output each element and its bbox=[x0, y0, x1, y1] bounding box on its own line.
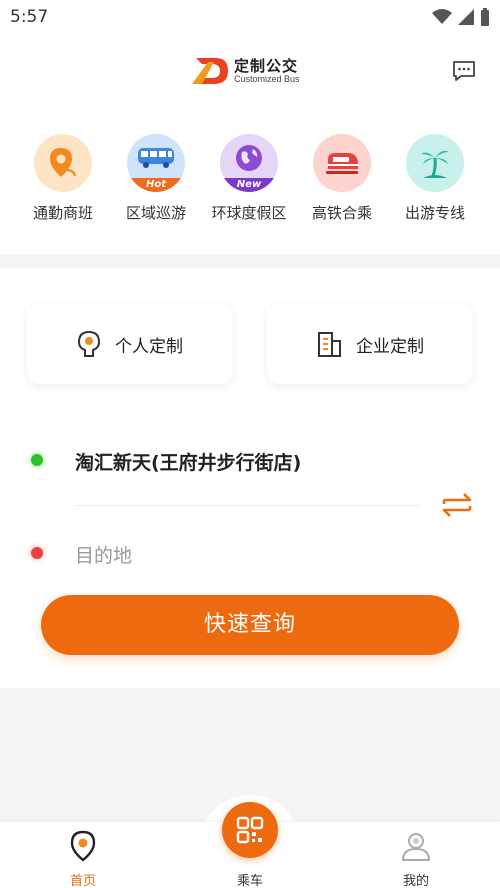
origin-field[interactable]: 淘汇新天(王府井步行街店) bbox=[75, 448, 301, 475]
category-region-tour[interactable]: Hot 区域巡游 bbox=[116, 134, 196, 223]
category-label: 通勤商班 bbox=[32, 204, 93, 222]
logo-subtitle: Customized Bus bbox=[234, 73, 300, 84]
tab-home[interactable]: 首页 bbox=[43, 822, 123, 888]
qr-code-icon bbox=[236, 816, 264, 844]
booking-panel: 个人定制 企业定制 淘汇新天(王府井步行街店) 目的地 快速查询 bbox=[0, 268, 500, 688]
app-logo: 定制公交 Customized Bus bbox=[190, 54, 300, 88]
battery-icon bbox=[481, 8, 489, 26]
app-header: 定制公交 Customized Bus bbox=[0, 34, 500, 118]
hot-badge: Hot bbox=[127, 178, 185, 192]
destination-field[interactable]: 目的地 bbox=[75, 541, 132, 568]
route-divider bbox=[75, 505, 420, 506]
palm-tree-icon bbox=[406, 134, 464, 192]
wifi-icon bbox=[432, 9, 452, 24]
category-grid: 通勤商班 Hot 区域巡游 New 环球度假区 高铁合乘 出游专线 bbox=[0, 118, 500, 254]
category-rail-carpool[interactable]: 高铁合乘 bbox=[302, 134, 382, 223]
ride-button[interactable] bbox=[222, 802, 278, 858]
tab-ride-label: 乘车 bbox=[236, 874, 263, 888]
category-label: 区域巡游 bbox=[125, 204, 186, 222]
tab-mine[interactable]: 我的 bbox=[376, 822, 456, 888]
swap-route-icon[interactable] bbox=[440, 488, 474, 522]
logo-mark-icon bbox=[192, 58, 228, 84]
status-icons bbox=[432, 8, 490, 26]
person-head-icon bbox=[77, 330, 101, 357]
home-pin-icon bbox=[70, 830, 96, 862]
category-resort[interactable]: New 环球度假区 bbox=[209, 134, 289, 223]
tab-home-label: 首页 bbox=[69, 874, 96, 888]
globe-icon: New bbox=[220, 134, 278, 192]
enterprise-custom-label: 企业定制 bbox=[356, 336, 424, 357]
tab-mine-label: 我的 bbox=[402, 874, 429, 888]
category-label: 环球度假区 bbox=[211, 204, 287, 222]
status-bar: 5:57 bbox=[0, 0, 500, 34]
building-icon bbox=[318, 332, 341, 357]
user-icon bbox=[401, 833, 431, 861]
new-badge: New bbox=[220, 178, 278, 192]
category-travel-line[interactable]: 出游专线 bbox=[395, 134, 475, 223]
logo-title: 定制公交 bbox=[234, 56, 299, 75]
quick-search-button[interactable]: 快速查询 bbox=[41, 595, 459, 655]
destination-dot bbox=[31, 547, 43, 559]
enterprise-custom-card[interactable]: 企业定制 bbox=[267, 304, 473, 384]
category-commute[interactable]: 通勤商班 bbox=[23, 134, 103, 223]
signal-icon bbox=[458, 9, 474, 25]
chat-bubble-icon[interactable] bbox=[452, 60, 476, 82]
personal-custom-card[interactable]: 个人定制 bbox=[27, 304, 233, 384]
train-icon bbox=[313, 134, 371, 192]
status-time: 5:57 bbox=[10, 7, 49, 27]
category-label: 出游专线 bbox=[404, 204, 465, 222]
category-label: 高铁合乘 bbox=[311, 204, 372, 222]
bus-icon: Hot bbox=[127, 134, 185, 192]
origin-dot bbox=[31, 454, 43, 466]
personal-custom-label: 个人定制 bbox=[115, 336, 183, 357]
location-pin-icon bbox=[34, 134, 92, 192]
